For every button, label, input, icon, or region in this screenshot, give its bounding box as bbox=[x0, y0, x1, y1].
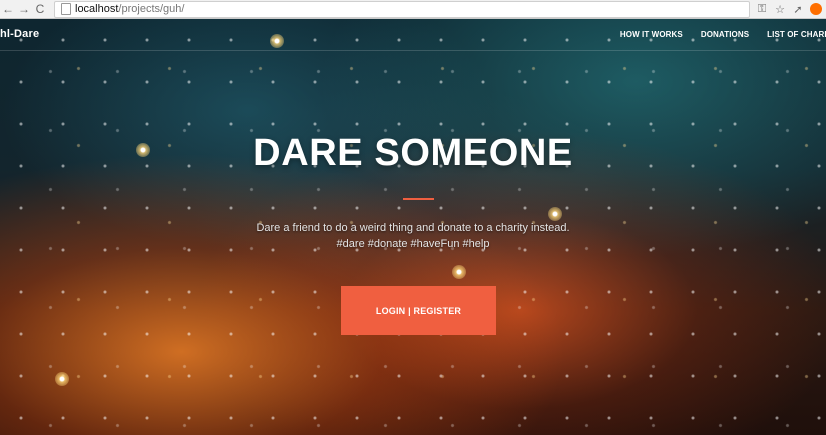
toolbar-actions: ⚿ ☆ ➚ bbox=[756, 3, 822, 16]
key-icon[interactable]: ⚿ bbox=[756, 3, 768, 15]
extension-icon[interactable]: ➚ bbox=[792, 3, 804, 16]
url-host: localhost bbox=[75, 3, 119, 15]
profile-icon[interactable] bbox=[810, 3, 822, 15]
url-path: /projects/guh/ bbox=[118, 3, 185, 15]
forward-icon[interactable]: → bbox=[16, 1, 32, 17]
tagline-line-2: #dare #donate #haveFun #help bbox=[336, 238, 490, 250]
tagline-line-1: Dare a friend to do a weird thing and do… bbox=[256, 222, 570, 234]
login-register-button[interactable]: LOGIN | REGISTER bbox=[341, 286, 496, 335]
hero-tagline: Dare a friend to do a weird thing and do… bbox=[0, 220, 826, 252]
hero-section: DARE SOMEONE Dare a friend to do a weird… bbox=[0, 19, 826, 435]
back-icon[interactable]: ← bbox=[0, 1, 16, 17]
reload-icon[interactable]: C bbox=[32, 1, 48, 17]
title-divider bbox=[403, 198, 434, 200]
browser-toolbar: ← → C localhost/projects/guh/ ⚿ ☆ ➚ bbox=[0, 0, 826, 19]
hero-page: hl-Dare HOW IT WORKS DONATIONS LIST OF C… bbox=[0, 19, 826, 435]
star-icon[interactable]: ☆ bbox=[774, 3, 786, 16]
hero-title: DARE SOMEONE bbox=[253, 132, 573, 174]
address-bar[interactable]: localhost/projects/guh/ bbox=[54, 0, 750, 18]
page-icon bbox=[61, 3, 71, 15]
